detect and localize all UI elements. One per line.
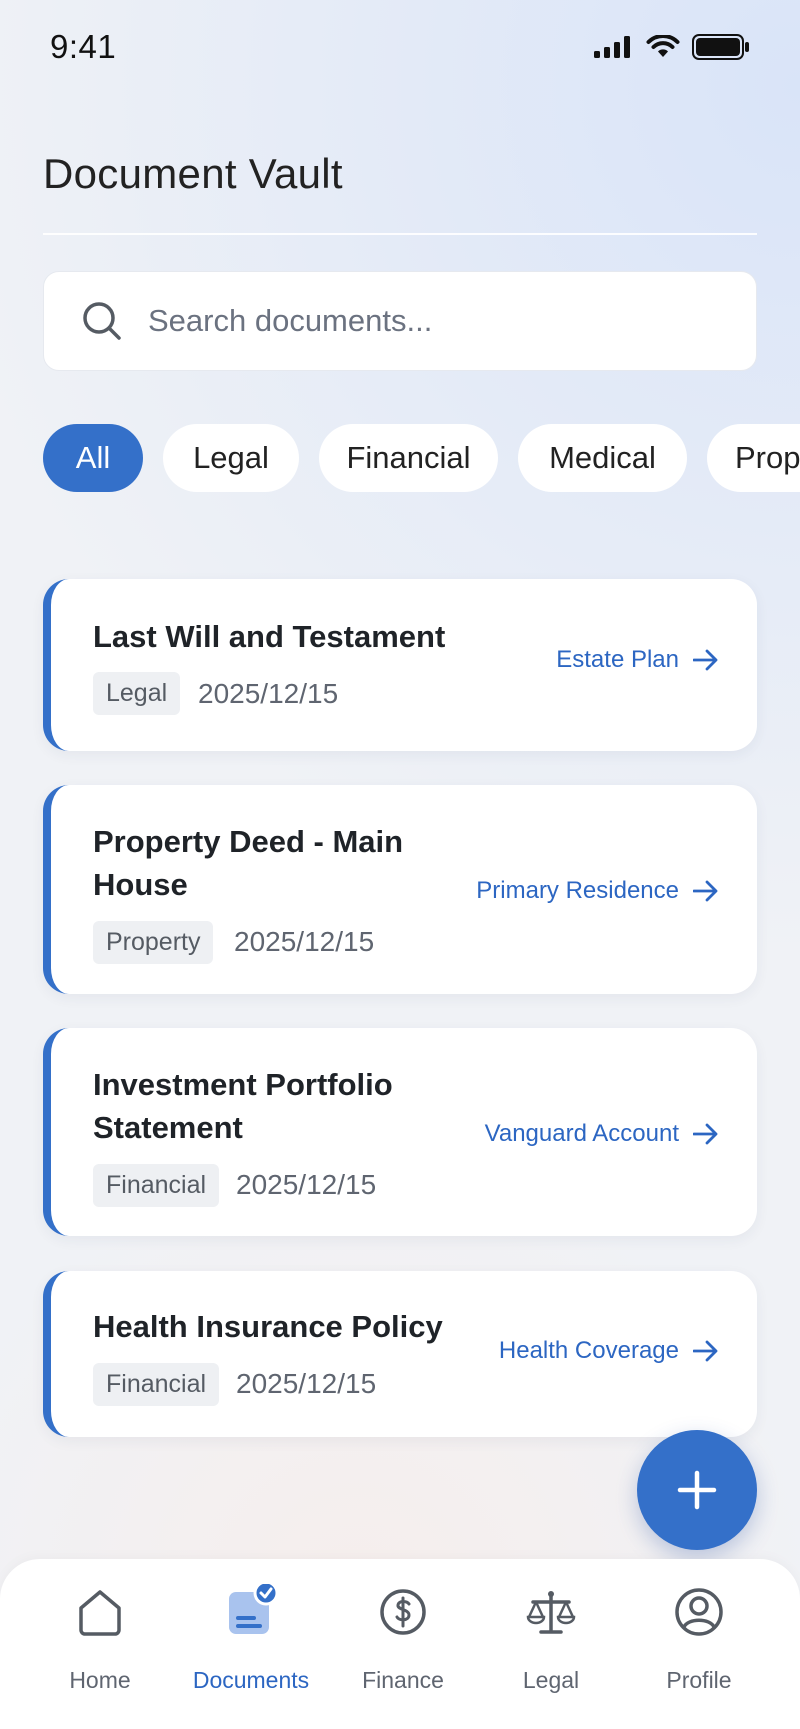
dollar-icon: [380, 1589, 426, 1635]
search-input[interactable]: [148, 298, 708, 344]
page-title: Document Vault: [43, 150, 343, 197]
category-tag: Financial: [93, 1164, 220, 1207]
document-date: 2025/12/15: [236, 1368, 377, 1399]
nav-label: Finance: [362, 1667, 444, 1693]
document-title: Last Will and Testament: [93, 619, 446, 654]
user-icon: [675, 1588, 723, 1636]
document-card[interactable]: Last Will and Testament Legal 2025/12/15…: [43, 579, 757, 751]
filter-chip-medical[interactable]: Medical: [518, 424, 687, 492]
document-date: 2025/12/15: [236, 1169, 377, 1200]
filter-chip-financial[interactable]: Financial: [319, 424, 498, 492]
filter-chip-property[interactable]: Prop: [707, 424, 800, 492]
document-date: 2025/12/15: [234, 926, 375, 957]
arrow-right-icon: [693, 880, 718, 902]
nav-label: Documents: [192, 1667, 310, 1693]
nav-label: Profile: [666, 1667, 732, 1693]
document-link-label: Vanguard Account: [484, 1120, 679, 1147]
search-icon: [83, 302, 121, 340]
nav-item-documents[interactable]: Documents: [176, 1584, 326, 1704]
category-tag: Financial: [93, 1363, 220, 1406]
nav-item-profile[interactable]: Profile: [624, 1584, 774, 1704]
documents-icon: [229, 1584, 279, 1634]
document-title: Property Deed - Main House: [93, 824, 404, 902]
category-tag: Property: [93, 921, 214, 964]
status-icons: [594, 34, 750, 60]
home-icon: [79, 1590, 121, 1636]
document-link-label: Primary Residence: [476, 877, 679, 904]
document-link[interactable]: Estate Plan: [556, 646, 719, 674]
status-time: 9:41: [50, 28, 117, 65]
document-link[interactable]: Vanguard Account: [485, 1120, 719, 1148]
status-bar: 9:41: [0, 0, 800, 96]
category-tag: Legal: [93, 672, 181, 715]
nav-label: Home: [69, 1667, 131, 1693]
document-card[interactable]: Property Deed - Main House Property 2025…: [43, 785, 757, 994]
filter-chip-legal[interactable]: Legal: [163, 424, 299, 492]
document-link[interactable]: Primary Residence: [476, 877, 719, 905]
search-bar[interactable]: [43, 271, 757, 371]
document-date: 2025/12/15: [198, 678, 339, 709]
signal-icon: [594, 36, 630, 58]
add-document-button[interactable]: [637, 1430, 757, 1550]
arrow-right-icon: [693, 1340, 718, 1362]
wifi-icon: [646, 35, 680, 57]
divider: [43, 233, 757, 235]
nav-label: Legal: [522, 1667, 580, 1693]
arrow-right-icon: [693, 649, 718, 671]
nav-item-finance[interactable]: Finance: [328, 1584, 478, 1704]
document-card[interactable]: Investment Portfolio Statement Financial…: [43, 1028, 757, 1236]
bottom-nav: Home Documents Finance Legal Profile: [0, 1559, 800, 1729]
document-title: Investment Portfolio Statement: [93, 1067, 393, 1145]
document-link[interactable]: Health Coverage: [499, 1337, 719, 1365]
document-card[interactable]: Health Insurance Policy Financial 2025/1…: [43, 1271, 757, 1437]
filter-chip-all[interactable]: All: [43, 424, 143, 492]
document-link-label: Health Coverage: [498, 1337, 679, 1364]
nav-item-legal[interactable]: Legal: [476, 1584, 626, 1704]
document-link-label: Estate Plan: [556, 646, 679, 673]
nav-item-home[interactable]: Home: [25, 1584, 175, 1704]
battery-icon: [692, 34, 749, 60]
document-title: Health Insurance Policy: [93, 1309, 443, 1344]
plus-icon: [677, 1470, 717, 1510]
arrow-right-icon: [693, 1123, 718, 1145]
scales-icon: [526, 1591, 576, 1634]
